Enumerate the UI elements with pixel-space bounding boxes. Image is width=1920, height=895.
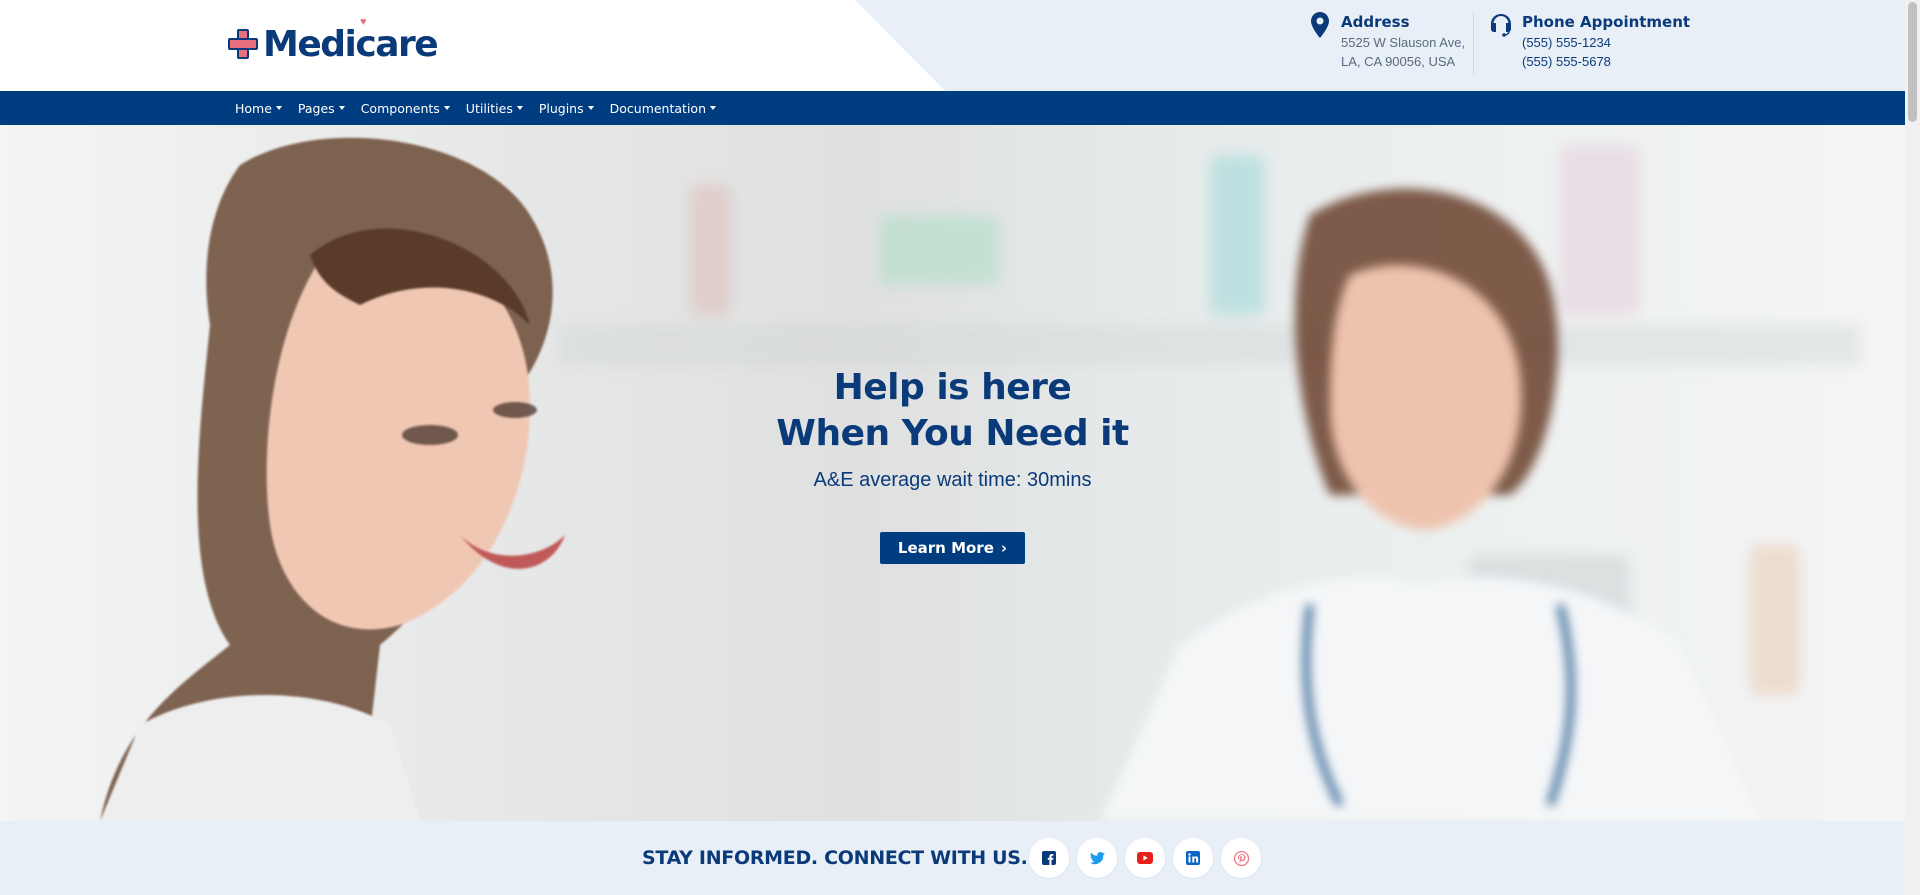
scrollbar-thumb[interactable]: [1908, 2, 1917, 122]
hero-title-line-1: Help is here: [833, 367, 1072, 408]
nav-item-label: Home: [235, 100, 272, 116]
nav-item-pages[interactable]: Pages: [298, 101, 345, 116]
address-line-2: LA, CA 90056, USA: [1341, 54, 1456, 69]
caret-down-icon: [710, 106, 716, 110]
background-bottle: [690, 185, 730, 315]
nav-item-label: Components: [360, 100, 440, 116]
contact-phone: Phone Appointment (555) 555-1234 (555) 5…: [1488, 12, 1690, 71]
pinterest-icon[interactable]: [1221, 838, 1261, 878]
address-line-1: 5525 W Slauson Ave,: [1341, 35, 1466, 50]
phone-number-2[interactable]: (555) 555-5678: [1522, 52, 1690, 71]
logo-text: Medicare: [263, 23, 439, 65]
caret-down-icon: [338, 106, 345, 110]
facebook-icon[interactable]: [1029, 838, 1069, 878]
learn-more-button[interactable]: Learn More ›: [879, 532, 1026, 564]
caret-down-icon: [275, 106, 282, 110]
caret-down-icon: [443, 106, 450, 110]
youtube-icon[interactable]: [1125, 838, 1165, 878]
social-icons: [1029, 838, 1269, 878]
phone-number-1[interactable]: (555) 555-1234: [1522, 33, 1690, 52]
address-title: Address: [1341, 13, 1410, 31]
nav-menu: Home Pages Components Utilities Plugins …: [235, 91, 732, 125]
hero-banner: Help is here When You Need it A&E averag…: [0, 125, 1905, 821]
social-bar: STAY INFORMED. CONNECT WITH US.: [0, 821, 1905, 895]
main-navbar: Home Pages Components Utilities Plugins …: [0, 91, 1905, 125]
site-logo[interactable]: Medicare ♥: [226, 16, 439, 66]
chevron-right-icon: ›: [1000, 539, 1008, 557]
nav-item-components[interactable]: Components: [361, 101, 450, 116]
nav-item-utilities[interactable]: Utilities: [466, 101, 523, 116]
caret-down-icon: [516, 106, 523, 110]
patient-photo: [100, 137, 565, 821]
hero-subtitle: A&E average wait time: 30mins: [813, 469, 1092, 491]
nav-item-plugins[interactable]: Plugins: [539, 101, 594, 116]
nav-item-home[interactable]: Home: [235, 101, 282, 116]
hero-title-line-2: When You Need it: [776, 413, 1129, 454]
learn-more-label: Learn More: [897, 539, 994, 557]
background-bottle: [880, 215, 1000, 285]
site-header: Medicare ♥ Address 5525 W Slauson Ave, L…: [0, 0, 1905, 91]
headset-icon: [1488, 12, 1514, 42]
twitter-icon[interactable]: [1077, 838, 1117, 878]
page-scrollbar[interactable]: [1905, 0, 1920, 895]
heart-icon: ♥: [360, 16, 367, 28]
nav-item-label: Utilities: [465, 100, 513, 116]
medical-cross-icon: [226, 27, 260, 61]
nav-item-label: Plugins: [538, 100, 584, 116]
nav-item-label: Pages: [297, 100, 335, 116]
social-title: STAY INFORMED. CONNECT WITH US.: [642, 847, 1028, 869]
nav-item-label: Documentation: [609, 100, 706, 116]
hero-content: Help is here When You Need it A&E averag…: [680, 365, 1225, 564]
contact-divider: [1473, 12, 1474, 74]
nav-item-documentation[interactable]: Documentation: [610, 101, 716, 116]
contact-address: Address 5525 W Slauson Ave, LA, CA 90056…: [1307, 12, 1465, 71]
map-pin-icon: [1307, 12, 1333, 42]
caret-down-icon: [587, 106, 594, 110]
linkedin-icon[interactable]: [1173, 838, 1213, 878]
phone-title: Phone Appointment: [1522, 13, 1691, 31]
